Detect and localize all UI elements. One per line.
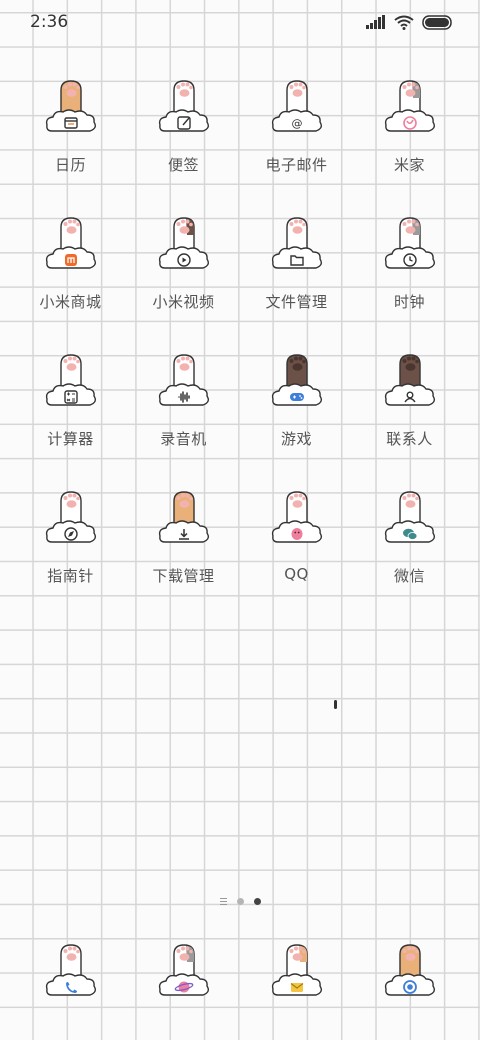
app-label: 小米商城 (39, 293, 102, 311)
app-email[interactable]: @ 电子邮件 (240, 76, 353, 184)
compass-icon (45, 491, 96, 543)
wifi-icon (394, 15, 414, 30)
email-icon: @ (271, 80, 322, 132)
app-gamepad[interactable]: 游戏 (240, 350, 353, 458)
calendar-icon (45, 80, 96, 132)
app-label: 电子邮件 (265, 156, 328, 174)
contacts-icon (384, 354, 435, 406)
app-clock[interactable]: 时钟 (353, 213, 466, 321)
gamepad-icon (271, 354, 322, 406)
app-icon (156, 350, 212, 412)
page-indicator[interactable] (0, 894, 480, 908)
dock-app-camera[interactable] (353, 940, 466, 1002)
video-icon (158, 217, 209, 269)
app-icon (43, 350, 99, 412)
clock-icon (384, 217, 435, 269)
dock-app-browser[interactable] (127, 940, 240, 1002)
app-icon (43, 487, 99, 549)
app-mijia[interactable]: 米家 (353, 76, 466, 184)
app-calendar[interactable]: 日历 (14, 76, 127, 184)
wechat-icon (384, 491, 435, 543)
app-label: 联系人 (386, 430, 433, 448)
app-wechat[interactable]: 微信 (353, 487, 466, 595)
app-label: 时钟 (393, 293, 425, 311)
app-icon (156, 487, 212, 549)
app-icon (156, 213, 212, 275)
app-qq[interactable]: QQ (240, 487, 353, 595)
app-icon (382, 213, 438, 275)
calculator-icon (45, 354, 96, 406)
app-label: 游戏 (280, 430, 312, 448)
app-contacts[interactable]: 联系人 (353, 350, 466, 458)
page-dot-1[interactable] (236, 897, 244, 905)
status-time: 2:36 (30, 12, 69, 32)
camera-icon (384, 944, 435, 996)
app-label: 小米视频 (152, 293, 215, 311)
app-label: 文件管理 (265, 293, 328, 311)
app-label: 日历 (54, 156, 86, 174)
page-dot-2[interactable] (253, 897, 261, 905)
folder-icon (271, 217, 322, 269)
app-notes[interactable]: 便签 (127, 76, 240, 184)
app-recorder[interactable]: 录音机 (127, 350, 240, 458)
browser-icon (158, 944, 209, 996)
svg-text:@: @ (291, 117, 302, 130)
status-bar: 2:36 (0, 0, 480, 44)
cursor-mark (334, 700, 337, 709)
recorder-icon (158, 354, 209, 406)
dock-app-icon (156, 940, 212, 1002)
messages-icon (271, 944, 322, 996)
app-mi-store[interactable]: 小米商城 (14, 213, 127, 321)
download-icon (158, 491, 209, 543)
mi-store-icon (45, 217, 96, 269)
battery-icon (422, 14, 452, 30)
signal-icon (366, 15, 385, 29)
notes-icon (158, 80, 209, 132)
app-label: 微信 (393, 567, 425, 585)
app-icon (382, 487, 438, 549)
dock-app-icon (269, 940, 325, 1002)
home-app-grid: 日历 便签 @ 电子邮件 米家 小米商城 小米视频 文件管理 时钟 计算器 录音… (14, 76, 466, 595)
dock (14, 940, 466, 1002)
dock-app-icon (382, 940, 438, 1002)
app-video[interactable]: 小米视频 (127, 213, 240, 321)
app-icon (156, 76, 212, 138)
app-download[interactable]: 下载管理 (127, 487, 240, 595)
app-icon (269, 350, 325, 412)
app-label: 便签 (167, 156, 199, 174)
app-icon (43, 213, 99, 275)
app-icon (43, 76, 99, 138)
status-icons (366, 14, 454, 30)
app-icon (382, 76, 438, 138)
qq-icon (271, 491, 322, 543)
app-label: 指南针 (47, 567, 94, 585)
mijia-icon (384, 80, 435, 132)
app-compass[interactable]: 指南针 (14, 487, 127, 595)
app-label: 下载管理 (152, 567, 215, 585)
app-label: QQ (284, 565, 309, 583)
app-icon (382, 350, 438, 412)
app-icon (269, 213, 325, 275)
app-icon (269, 487, 325, 549)
app-icon: @ (269, 76, 325, 138)
dock-app-messages[interactable] (240, 940, 353, 1002)
app-folder[interactable]: 文件管理 (240, 213, 353, 321)
page-indicator-list-icon (219, 897, 227, 905)
phone-icon (45, 944, 96, 996)
app-label: 录音机 (160, 430, 207, 448)
app-calculator[interactable]: 计算器 (14, 350, 127, 458)
app-label: 计算器 (47, 430, 94, 448)
dock-app-phone[interactable] (14, 940, 127, 1002)
dock-app-icon (43, 940, 99, 1002)
app-label: 米家 (393, 156, 425, 174)
